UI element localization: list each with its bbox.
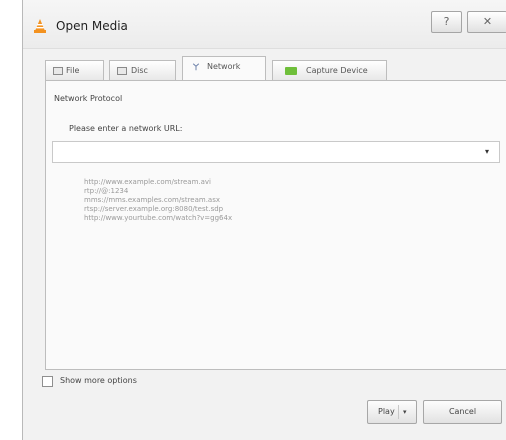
open-media-dialog: Open Media ? ✕ File Disc Network Capture… [22, 0, 506, 440]
tab-network[interactable]: Network [182, 56, 266, 80]
play-dropdown-icon[interactable]: ▾ [403, 401, 407, 423]
help-button[interactable]: ? [431, 11, 462, 33]
tab-disc[interactable]: Disc [109, 60, 176, 80]
show-more-options-checkbox[interactable] [42, 376, 53, 387]
title-bar: Open Media ? ✕ [23, 0, 506, 49]
url-example: http://www.example.com/stream.avi [84, 178, 211, 186]
url-example: mms://mms.examples.com/stream.asx [84, 196, 221, 204]
disc-icon [117, 67, 127, 75]
url-example: rtsp://server.example.org:8080/test.sdp [84, 205, 224, 213]
play-button-label: Play [378, 407, 395, 416]
close-icon: ✕ [482, 15, 493, 28]
url-examples: http://www.example.com/stream.avi rtp://… [84, 178, 232, 223]
play-button-separator [398, 405, 399, 419]
network-url-label: Please enter a network URL: [69, 124, 183, 133]
tab-file-label: File [66, 66, 80, 75]
show-more-options-label: Show more options [60, 376, 137, 385]
vlc-cone-icon [34, 19, 46, 33]
network-protocol-label: Network Protocol [54, 94, 123, 103]
tab-network-label: Network [207, 62, 241, 71]
help-icon: ? [443, 15, 450, 28]
file-icon [53, 67, 63, 75]
network-panel: Network Protocol Please enter a network … [45, 80, 506, 370]
tab-capture-device-label: Capture Device [306, 66, 368, 75]
play-button[interactable]: Play ▾ [367, 400, 417, 424]
cancel-button[interactable]: Cancel [423, 400, 502, 424]
url-example: rtp://@:1234 [84, 187, 129, 195]
tab-capture-device[interactable]: Capture Device [272, 60, 387, 80]
tab-disc-label: Disc [131, 66, 148, 75]
network-icon [192, 63, 200, 71]
capture-device-icon [285, 67, 297, 75]
tab-file[interactable]: File [45, 60, 104, 80]
chevron-down-icon[interactable]: ▾ [485, 147, 489, 156]
cancel-button-label: Cancel [448, 407, 477, 416]
url-example: http://www.yourtube.com/watch?v=gg64x [84, 214, 233, 222]
network-url-input[interactable]: ▾ [52, 141, 500, 163]
window-title: Open Media [56, 19, 128, 33]
close-button[interactable]: ✕ [467, 11, 506, 33]
